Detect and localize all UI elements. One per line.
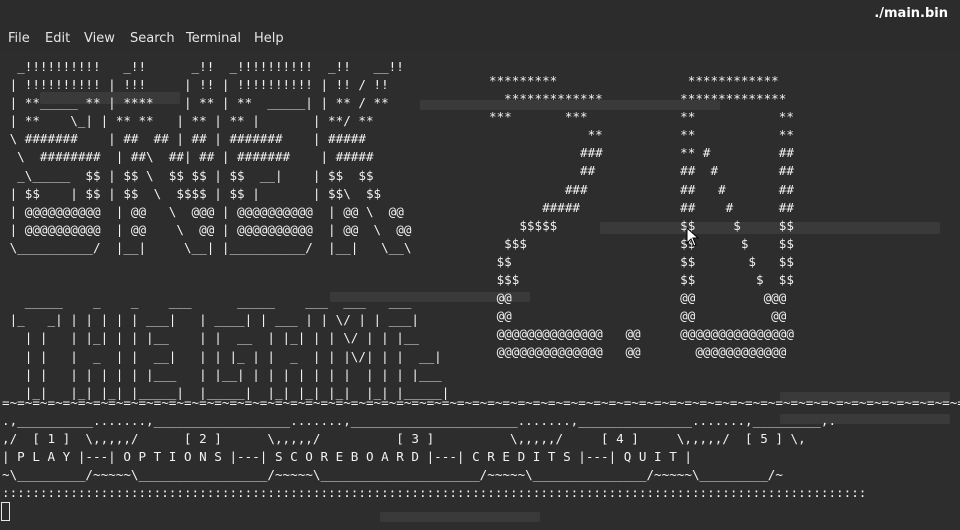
window-title: ./main.bin <box>874 6 948 21</box>
menu-terminal[interactable]: Terminal <box>186 31 241 46</box>
logo-snake-the-game: _!!!!!!!!!! _!! _!! _!!!!!!!!!! _!! __!!… <box>9 59 450 400</box>
logo-letter-z: ********* ************* *** *** ** ### #… <box>489 73 641 360</box>
menu-file[interactable]: File <box>8 31 30 46</box>
menu-view[interactable]: View <box>84 31 115 46</box>
logo-letter-d: ************ ************** ** ** ** ** … <box>680 73 794 360</box>
mouse-pointer-icon <box>686 227 700 247</box>
menu-bar: File Edit View Search Terminal Help <box>0 28 960 52</box>
menu-help[interactable]: Help <box>254 31 284 46</box>
terminal-cursor <box>1 502 10 521</box>
menu-edit[interactable]: Edit <box>45 31 70 46</box>
title-bar: ./main.bin <box>0 0 960 28</box>
main-menu-art: =~=~=~=~=~=~=~=~=~=~=~=~=~=~=~=~=~=~=~=~… <box>2 395 960 501</box>
menu-search[interactable]: Search <box>130 31 175 46</box>
terminal-output[interactable]: _!!!!!!!!!! _!! _!! _!!!!!!!!!! _!! __!!… <box>0 52 960 530</box>
